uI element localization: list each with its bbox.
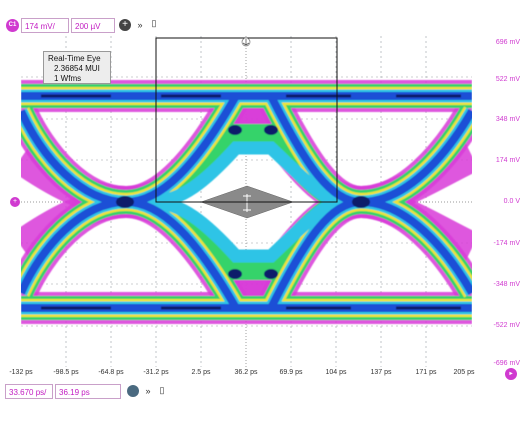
y-label: -522 mV — [493, 322, 520, 329]
chevron-right-icon[interactable]: » — [134, 19, 146, 31]
trigger-position-icon[interactable] — [241, 37, 251, 47]
x-label: 205 ps — [453, 369, 475, 376]
run-control-icon[interactable] — [127, 385, 139, 397]
y-label: -174 mV — [493, 240, 520, 247]
x-label: 104 ps — [325, 369, 347, 376]
x-label: -31.2 ps — [143, 369, 169, 376]
measurement-mui: 2.36854 MUI — [54, 64, 100, 73]
x-label: 2.5 ps — [191, 369, 211, 376]
horizontal-position-field[interactable]: 36.19 ps — [55, 384, 121, 399]
measurement-wfms: 1 Wfms — [54, 74, 82, 83]
vertical-scale-field[interactable]: 174 mV/ — [21, 18, 69, 33]
ground-marker-icon[interactable]: + — [10, 197, 20, 207]
channel-badge[interactable]: C1 — [6, 19, 19, 32]
y-label: 696 mV — [495, 39, 520, 46]
measurement-box: Real-Time Eye 2.36854 MUI 1 Wfms — [43, 51, 111, 84]
chevron-right-icon[interactable]: » — [142, 385, 154, 397]
y-label: 522 mV — [495, 76, 520, 83]
x-label: -98.5 ps — [53, 369, 79, 376]
pin-icon[interactable]: ▯ — [156, 384, 168, 396]
y-label: 0.0 V — [503, 198, 520, 205]
x-label: 36.2 ps — [234, 369, 258, 376]
pin-icon[interactable]: ▯ — [148, 17, 160, 29]
y-label: -696 mV — [493, 360, 520, 367]
x-label: 171 ps — [415, 369, 437, 376]
vertical-offset-field[interactable]: 200 µV — [71, 18, 115, 33]
x-label: 137 ps — [370, 369, 392, 376]
horizontal-scale-field[interactable]: 33.670 ps/ — [5, 384, 53, 399]
zoom-plus-icon[interactable]: + — [119, 19, 131, 31]
y-label: 174 mV — [495, 157, 520, 164]
y-label: 348 mV — [495, 116, 520, 123]
eye-diagram-plot — [21, 36, 472, 367]
x-label: 69.9 ps — [279, 369, 303, 376]
x-label: -64.8 ps — [98, 369, 124, 376]
x-label: -132 ps — [9, 369, 33, 376]
timebase-marker-icon[interactable]: ▸ — [505, 368, 517, 380]
measurement-title: Real-Time Eye — [48, 54, 101, 63]
y-label: -348 mV — [493, 281, 520, 288]
